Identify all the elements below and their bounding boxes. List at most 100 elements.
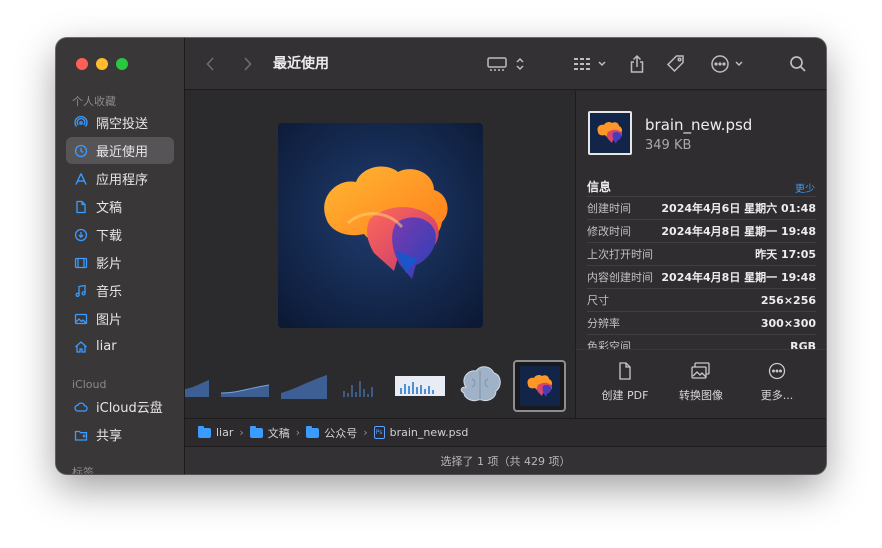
info-value: 256×256 — [760, 293, 816, 307]
share-button[interactable] — [629, 52, 645, 76]
view-mode-button[interactable] — [487, 52, 525, 76]
file-name: brain_new.psd — [645, 116, 753, 134]
info-value: 2024年4月8日 星期一 19:48 — [661, 271, 816, 284]
info-value: 2024年4月8日 星期一 19:48 — [661, 225, 816, 238]
info-key: 分辨率 — [587, 317, 620, 330]
info-row: 内容创建时间 2024年4月8日 星期一 19:48 — [587, 265, 816, 288]
sidebar-item-label: 图片 — [96, 313, 123, 328]
brain-preview-image[interactable] — [278, 123, 483, 328]
more-actions-button[interactable] — [710, 52, 744, 76]
info-row: 分辨率 300×300 — [587, 311, 816, 334]
info-row: 尺寸 256×256 — [587, 288, 816, 311]
window-title: 最近使用 — [273, 56, 329, 72]
sidebar-item-label: 下载 — [96, 229, 123, 244]
file-size: 349 KB — [645, 138, 692, 153]
minimize-window-button[interactable] — [96, 58, 108, 70]
folder-icon — [198, 425, 211, 438]
status-text: 选择了 1 项（共 429 项） — [440, 454, 571, 468]
info-key: 内容创建时间 — [587, 271, 653, 284]
clock-icon — [74, 144, 88, 158]
create-pdf-button[interactable]: 创建 PDF — [590, 362, 660, 403]
more-button[interactable]: 更多... — [742, 362, 812, 403]
sidebar-item-music[interactable]: 音乐 — [66, 277, 174, 304]
thumbnail-item[interactable] — [458, 363, 502, 409]
sidebar-item-label: 隔空投送 — [96, 117, 149, 132]
share-icon — [630, 54, 644, 73]
action-label: 转换图像 — [679, 389, 723, 402]
psd-file-icon: Ps — [373, 426, 385, 439]
crumb-label: 公众号 — [324, 426, 358, 440]
group-button[interactable] — [573, 52, 607, 76]
sidebar-section-tags: 标签 — [72, 466, 94, 474]
chevron-right-icon: › — [363, 426, 368, 439]
sidebar-item-recents[interactable]: 最近使用 — [66, 137, 174, 164]
crumb-label: brain_new.psd — [389, 426, 469, 439]
sidebar-item-icloud-drive[interactable]: iCloud云盘 — [66, 393, 174, 420]
show-less-link[interactable]: 更少 — [795, 180, 815, 195]
crumb-label: liar — [216, 426, 234, 439]
sidebar-section-icloud: iCloud — [72, 378, 107, 391]
document-icon — [74, 200, 88, 214]
tag-button[interactable] — [666, 52, 686, 76]
info-key: 创建时间 — [587, 202, 631, 215]
path-crumb-file[interactable]: Ps brain_new.psd — [373, 426, 469, 439]
photo-icon — [74, 312, 88, 326]
sidebar-item-label: liar — [96, 339, 117, 354]
thumbnail-item[interactable] — [395, 363, 445, 409]
info-key: 上次打开时间 — [587, 248, 653, 261]
thumbnail-item-selected[interactable] — [513, 360, 566, 412]
thumbnail-item[interactable] — [221, 363, 269, 409]
music-icon — [74, 284, 88, 298]
info-row: 上次打开时间 昨天 17:05 — [587, 242, 816, 265]
path-crumb-home[interactable]: liar — [198, 425, 234, 439]
sidebar: 个人收藏 隔空投送 最近使用 应用程序 文稿 下载 影片 音乐 图片 liar … — [56, 38, 185, 474]
info-key: 修改时间 — [587, 225, 631, 238]
maximize-window-button[interactable] — [116, 58, 128, 70]
thumbnail-item[interactable] — [281, 363, 327, 409]
path-crumb-documents[interactable]: 文稿 — [249, 425, 290, 441]
sidebar-item-label: 文稿 — [96, 201, 123, 216]
chevron-right-icon — [244, 57, 252, 71]
sidebar-item-label: 影片 — [96, 257, 123, 272]
sidebar-item-downloads[interactable]: 下载 — [66, 221, 174, 248]
path-bar: liar › 文稿 › 公众号 › Ps brain_new.psd — [185, 418, 826, 446]
ellipsis-circle-icon — [711, 55, 729, 73]
home-icon — [74, 340, 88, 354]
sidebar-item-shared[interactable]: 共享 — [66, 421, 174, 448]
film-icon — [74, 256, 88, 270]
search-button[interactable] — [789, 52, 807, 76]
toolbar: 最近使用 — [185, 38, 826, 90]
sidebar-item-applications[interactable]: 应用程序 — [66, 165, 174, 192]
close-window-button[interactable] — [76, 58, 88, 70]
action-label: 更多... — [760, 389, 794, 402]
chevron-left-icon — [206, 57, 214, 71]
forward-button[interactable] — [241, 52, 253, 76]
search-icon — [790, 56, 806, 72]
sidebar-section-favorites: 个人收藏 — [72, 95, 116, 108]
chevron-right-icon: › — [295, 426, 301, 439]
convert-image-icon — [691, 362, 710, 379]
sidebar-item-airdrop[interactable]: 隔空投送 — [66, 109, 174, 136]
status-bar: 选择了 1 项（共 429 项） — [185, 446, 826, 474]
chevron-right-icon: › — [239, 426, 244, 439]
thumbnail-strip — [185, 354, 575, 418]
info-row: 修改时间 2024年4月8日 星期一 19:48 — [587, 219, 816, 242]
convert-image-button[interactable]: 转换图像 — [666, 362, 736, 403]
quick-actions: 创建 PDF 转换图像 更多... — [575, 349, 826, 418]
file-thumbnail — [588, 111, 632, 155]
sidebar-item-label: 共享 — [96, 429, 123, 444]
chevron-down-icon — [598, 61, 606, 67]
back-button[interactable] — [205, 52, 217, 76]
sidebar-item-documents[interactable]: 文稿 — [66, 193, 174, 220]
sidebar-item-movies[interactable]: 影片 — [66, 249, 174, 276]
more-icon — [768, 362, 786, 380]
pdf-icon — [619, 362, 631, 380]
info-key: 尺寸 — [587, 294, 609, 307]
info-heading: 信息 — [587, 180, 612, 194]
path-crumb-folder[interactable]: 公众号 — [306, 425, 357, 441]
thumbnail-item[interactable] — [185, 363, 209, 409]
thumbnail-item[interactable] — [340, 363, 380, 409]
sidebar-item-pictures[interactable]: 图片 — [66, 305, 174, 332]
airdrop-icon — [74, 115, 88, 130]
sidebar-item-home[interactable]: liar — [66, 333, 174, 360]
